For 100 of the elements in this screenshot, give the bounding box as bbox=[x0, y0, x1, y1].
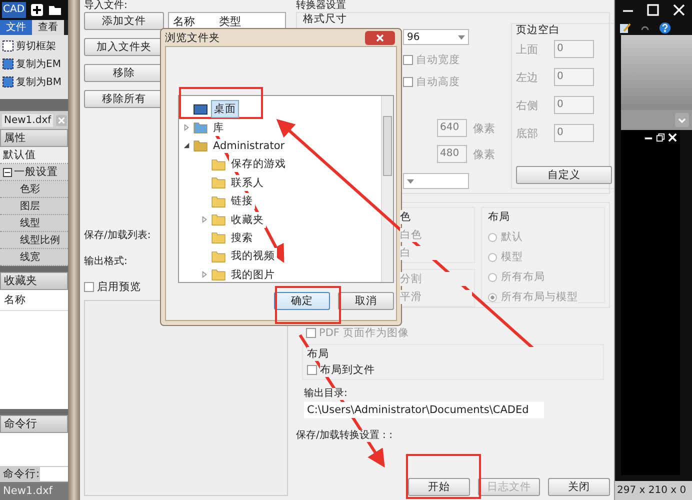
column-header[interactable]: 名称 bbox=[173, 14, 195, 29]
radio-button[interactable] bbox=[488, 292, 497, 302]
action-button[interactable]: 关闭 bbox=[548, 478, 610, 496]
folder-icon bbox=[193, 121, 208, 134]
checkbox[interactable] bbox=[84, 282, 94, 292]
property-name[interactable]: 线宽 bbox=[0, 249, 68, 266]
panel-header: 命令行 bbox=[0, 414, 68, 433]
restore-icon[interactable] bbox=[656, 133, 665, 142]
field-label: 输出目录: bbox=[304, 388, 348, 400]
folder-icon bbox=[211, 250, 226, 263]
radio-button[interactable] bbox=[488, 252, 497, 262]
tree-item[interactable]: 保存的游戏 bbox=[229, 156, 288, 172]
field-label: 上面 bbox=[516, 42, 539, 56]
checkbox-label[interactable]: 布局到文件 bbox=[320, 363, 375, 377]
dpi-dropdown[interactable]: 96 bbox=[403, 29, 469, 45]
tree-item[interactable]: 收藏夹 bbox=[229, 212, 266, 228]
command-label[interactable]: 复制为EM bbox=[16, 56, 61, 71]
output-directory-field[interactable]: C:\Users\Administrator\Documents\CADEd bbox=[304, 402, 544, 418]
panel-header: 属性 bbox=[0, 129, 68, 148]
status-field: 297 x 210 x 0 bbox=[615, 481, 692, 500]
margin-field[interactable]: 0 bbox=[554, 124, 594, 142]
field-label: 保存/加载列表: bbox=[84, 230, 151, 242]
tree-item[interactable]: 链接 bbox=[229, 193, 255, 210]
height-field[interactable]: 480 bbox=[437, 145, 467, 163]
caret-icon bbox=[458, 34, 465, 40]
checkbox[interactable] bbox=[403, 55, 413, 65]
tree-item[interactable]: Administrator bbox=[211, 138, 287, 153]
panel-header: 收藏夹 bbox=[0, 272, 68, 290]
field-label: 输出格式: bbox=[84, 256, 128, 268]
maximize-icon[interactable] bbox=[646, 3, 660, 17]
field-label: 保存/加载转换设置 : : bbox=[296, 430, 392, 442]
close-icon[interactable] bbox=[672, 3, 686, 17]
tree-item[interactable]: 桌面 bbox=[211, 100, 239, 118]
group-title: 布局 bbox=[488, 210, 511, 224]
field-label: 右侧 bbox=[516, 98, 539, 112]
unit-label: 像素 bbox=[473, 120, 495, 136]
help-icon[interactable] bbox=[659, 22, 671, 34]
property-name[interactable]: 线型 bbox=[0, 215, 68, 232]
ribbon-tab[interactable]: 文件 bbox=[0, 20, 32, 35]
property-group[interactable]: 一般设置 bbox=[14, 164, 58, 181]
folder-icon bbox=[211, 176, 226, 190]
width-field[interactable]: 640 bbox=[437, 119, 467, 137]
dialog-button[interactable]: 取消 bbox=[338, 292, 394, 310]
field-label: 左边 bbox=[516, 70, 539, 84]
status-bar: New1.dxf bbox=[0, 482, 68, 500]
radio-button[interactable] bbox=[488, 272, 497, 282]
file-button[interactable]: 添加文件 bbox=[84, 12, 164, 30]
expander-icon[interactable] bbox=[183, 142, 190, 150]
close-button[interactable] bbox=[365, 30, 395, 44]
dialog-title: 浏览文件夹 bbox=[165, 30, 220, 44]
caret-icon bbox=[407, 178, 414, 184]
monitor-icon bbox=[193, 102, 208, 116]
custom-button[interactable]: 自定义 bbox=[516, 166, 612, 184]
radio-button[interactable] bbox=[488, 232, 497, 242]
property-name[interactable]: 图层 bbox=[0, 198, 68, 216]
edit-icon[interactable] bbox=[619, 22, 631, 34]
group-title: 格式尺寸 bbox=[303, 12, 347, 26]
section-title: 转换器设置 bbox=[296, 0, 346, 12]
tree-item[interactable]: 联系人 bbox=[229, 174, 266, 191]
folder-icon bbox=[211, 231, 226, 244]
ribbon-tab[interactable]: 查看 bbox=[32, 20, 64, 35]
command-input[interactable] bbox=[40, 467, 68, 482]
column-header[interactable]: 类型 bbox=[219, 14, 241, 29]
folder-icon bbox=[211, 194, 226, 208]
tree-item[interactable]: 库 bbox=[211, 120, 226, 136]
action-button[interactable]: 开始 bbox=[408, 478, 470, 496]
field-label: 底部 bbox=[516, 126, 539, 140]
margin-field[interactable]: 0 bbox=[554, 68, 594, 86]
property-name[interactable]: 线型比例 bbox=[0, 232, 68, 250]
folder-icon bbox=[211, 158, 226, 171]
checkbox[interactable] bbox=[307, 365, 317, 375]
document-tab[interactable]: New1.dxf bbox=[2, 114, 54, 127]
checkbox[interactable] bbox=[403, 77, 413, 87]
folder-icon bbox=[211, 213, 226, 226]
folder-icon bbox=[193, 139, 208, 152]
checkbox-label[interactable]: 启用预览 bbox=[97, 280, 141, 294]
margin-field[interactable]: 0 bbox=[554, 40, 594, 58]
command-label[interactable]: 剪切框架 bbox=[16, 38, 56, 53]
chevron-down-icon[interactable] bbox=[675, 113, 689, 127]
scrollbar[interactable] bbox=[381, 96, 393, 282]
command-icon bbox=[2, 58, 14, 70]
dropdown[interactable] bbox=[403, 173, 469, 189]
unit-label: 像素 bbox=[473, 146, 495, 162]
folder-icon bbox=[211, 268, 226, 282]
command-icon bbox=[2, 40, 14, 52]
command-label: 命令行: bbox=[2, 467, 40, 482]
app-logo[interactable]: CAD bbox=[2, 2, 26, 18]
property-name[interactable]: 色彩 bbox=[0, 181, 68, 198]
property-row[interactable]: 默认值 bbox=[0, 147, 68, 164]
command-label[interactable]: 复制为BM bbox=[16, 74, 62, 89]
margin-field[interactable]: 0 bbox=[554, 96, 594, 114]
highlight-frame bbox=[275, 286, 341, 324]
checkbox[interactable] bbox=[306, 328, 316, 338]
new-file-icon[interactable] bbox=[30, 2, 44, 17]
dialog-button[interactable]: 确定 bbox=[274, 292, 330, 310]
splitter-bar[interactable] bbox=[68, 0, 80, 500]
tree-item[interactable]: 我的图片 bbox=[229, 266, 277, 282]
folder-tree[interactable]: 桌面 库 Administrator 保存的游戏 联系人 链接 收藏夹 搜索 我的视频 我的图片 bbox=[178, 95, 394, 283]
close-icon[interactable] bbox=[668, 133, 677, 142]
collapse-icon[interactable] bbox=[3, 168, 12, 177]
